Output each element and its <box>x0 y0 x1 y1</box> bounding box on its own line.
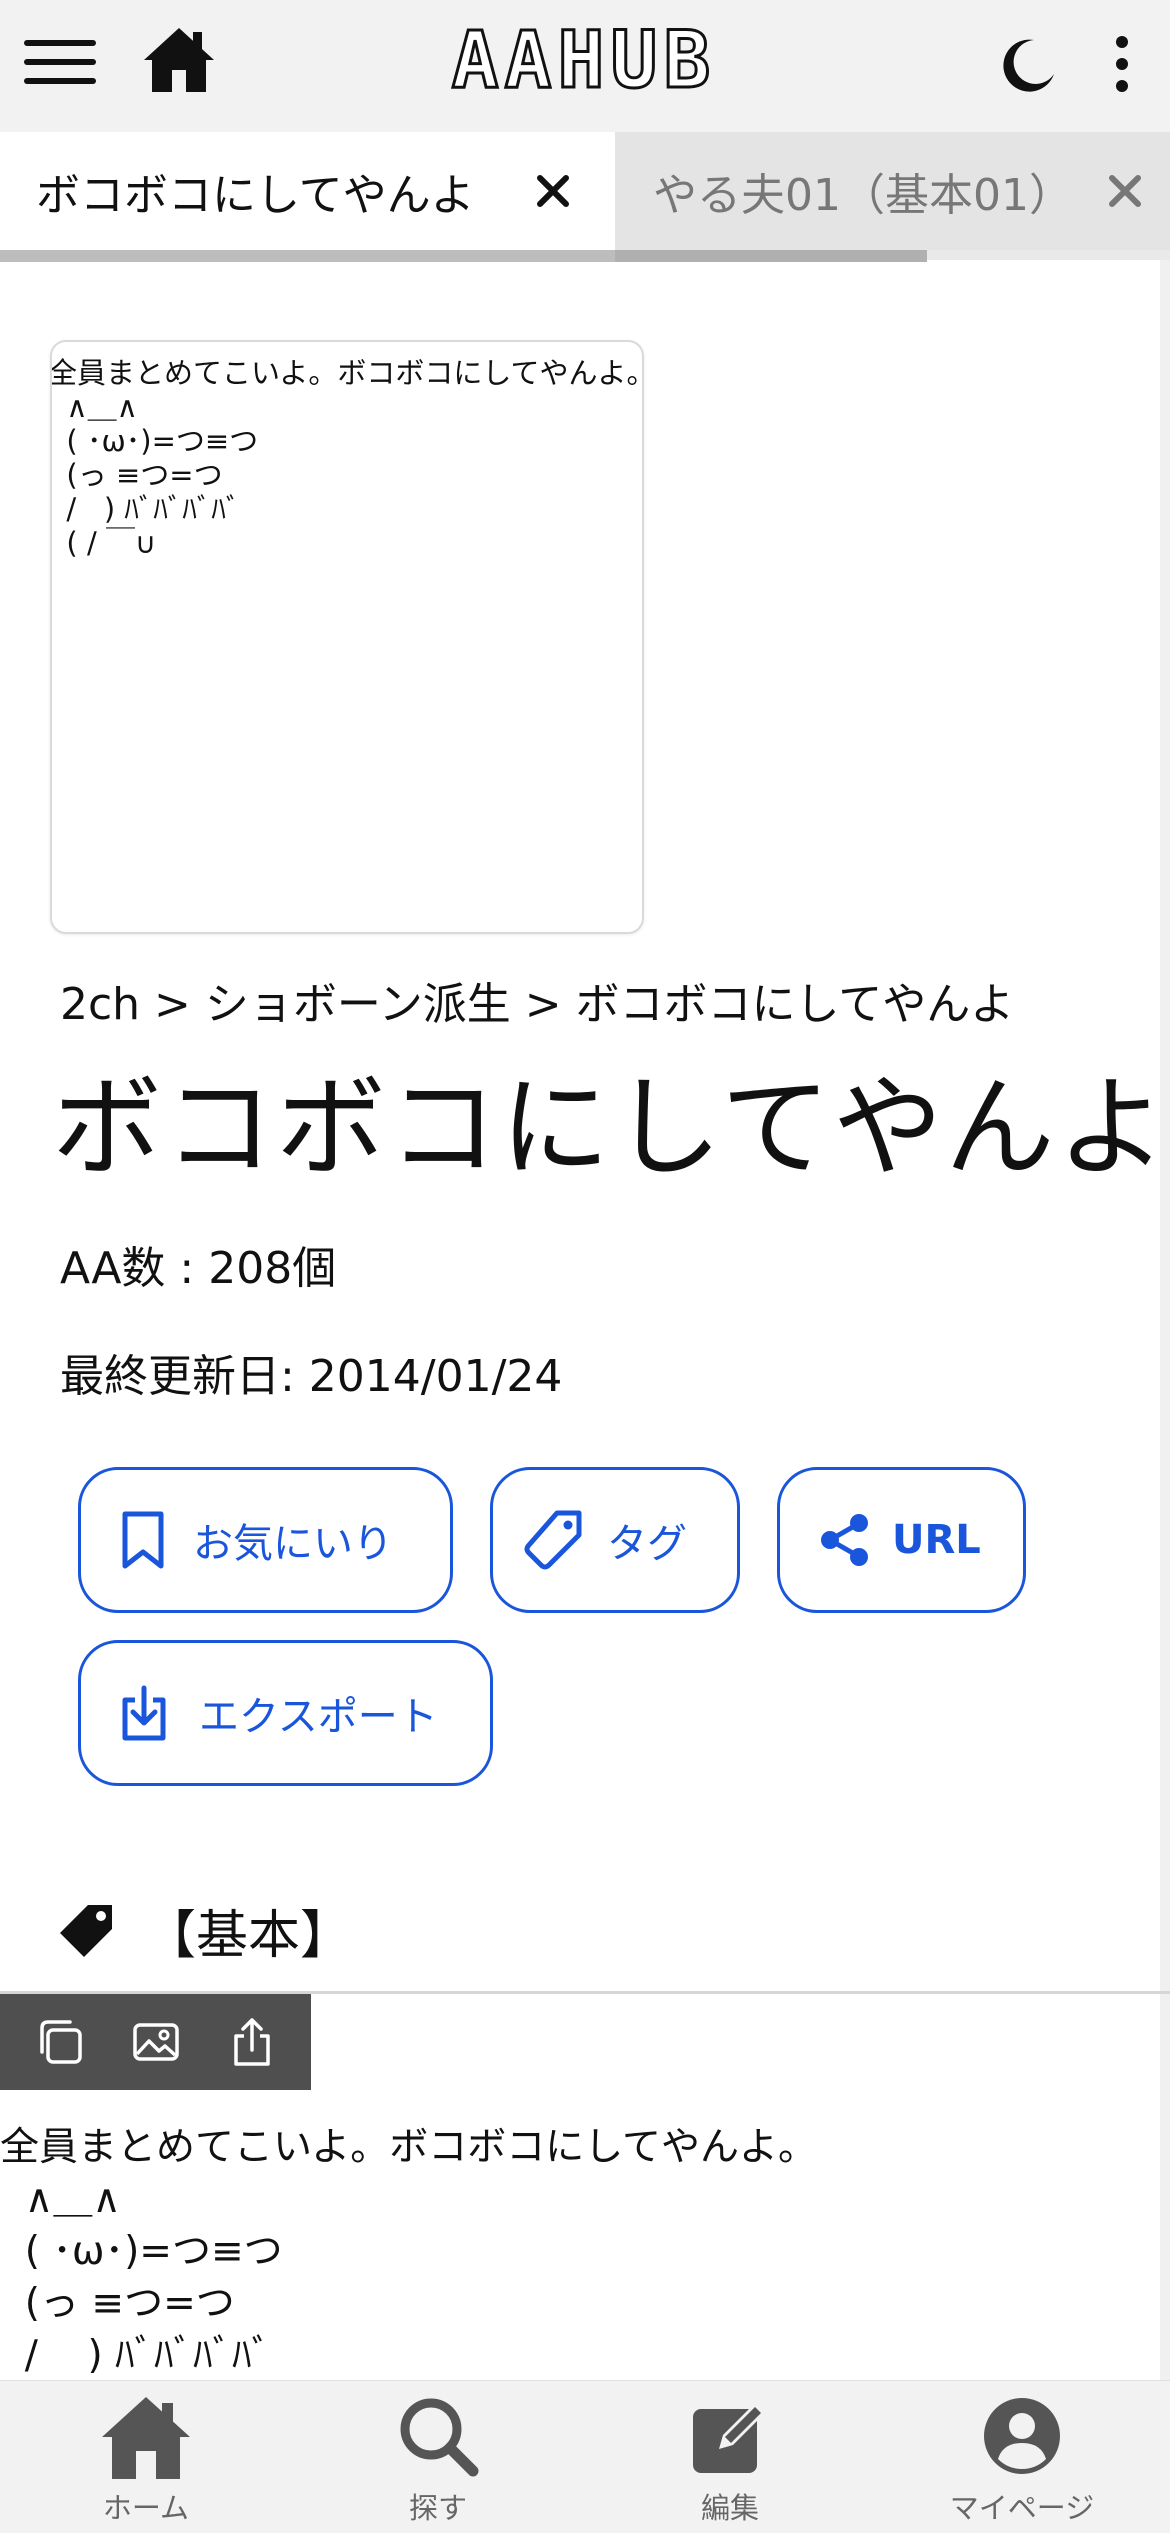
aa-line: / ) ﾊﾞﾊﾞﾊﾞﾊﾞ <box>50 492 241 526</box>
nav-home-label: ホーム <box>102 2491 190 2525</box>
active-tab-indicator <box>0 250 615 262</box>
tag-button[interactable]: タグ <box>490 1467 740 1613</box>
aa-item-toolbar <box>0 1994 311 2090</box>
bottom-navigation: ホーム 探す 編集 マイページ <box>0 2380 1170 2533</box>
favorite-button[interactable]: お気にいり <box>78 1467 453 1613</box>
tag-section-header: 【基本】 <box>60 1890 352 1970</box>
edit-icon <box>693 2403 765 2473</box>
nav-mypage-label: マイページ <box>949 2491 1095 2525</box>
tag-label: タグ <box>607 1521 687 1567</box>
copy-icon[interactable] <box>34 2016 86 2068</box>
tab-bokoboko[interactable]: ボコボコにしてやんよ <box>0 132 615 250</box>
hamburger-menu-icon[interactable] <box>24 38 96 86</box>
tab-label: やる夫01（基本01） <box>653 170 1073 221</box>
tag-filled-icon <box>60 1905 112 1957</box>
url-share-button[interactable]: URL <box>777 1467 1026 1613</box>
favorite-label: お気にいり <box>193 1521 393 1567</box>
tab-close-icon[interactable] <box>528 166 578 216</box>
aa-line: / ) ﾊﾞﾊﾞﾊﾞﾊﾞ <box>0 2333 272 2378</box>
nav-edit[interactable]: 編集 <box>584 2381 876 2533</box>
tag-icon <box>524 1510 582 1570</box>
url-label: URL <box>892 1517 981 1563</box>
aa-line: ∧＿∧ <box>0 2177 121 2222</box>
app-logo[interactable]: AAHUB <box>448 15 720 108</box>
nav-edit-label: 編集 <box>700 2491 759 2525</box>
tab-label: ボコボコにしてやんよ <box>36 170 475 221</box>
tag-section-label[interactable]: 【基本】 <box>144 1893 352 1968</box>
aa-count: AA数 : 208個 <box>60 1243 337 1294</box>
page-title: ボコボコにしてやんよ <box>52 1064 1169 1192</box>
tab-yaruo01[interactable]: やる夫01（基本01） <box>615 132 1170 250</box>
bookmark-icon <box>122 1511 164 1569</box>
aa-thumbnail-text: 全員まとめてこいよ。ボコボコにしてやんよ。 ∧＿∧ ( ･ω･)=つ≡つ (っ … <box>50 356 644 560</box>
aa-line: ∧＿∧ <box>50 390 138 424</box>
image-icon[interactable] <box>130 2016 182 2068</box>
tab-scroll-indicator <box>615 250 927 262</box>
more-options-icon[interactable] <box>1108 34 1136 94</box>
aa-line: ( ･ω･)=つ≡つ <box>0 2229 283 2274</box>
breadcrumb[interactable]: 2ch > ショボーン派生 > ボコボコにしてやんよ <box>60 968 1014 1032</box>
share-icon <box>821 1514 868 1566</box>
aa-line: (っ ≡つ=つ <box>50 458 223 492</box>
last-updated: 最終更新日: 2014/01/24 <box>60 1351 563 1402</box>
home-icon[interactable] <box>142 26 216 94</box>
aa-line: ( ･ω･)=つ≡つ <box>50 424 259 458</box>
download-icon <box>122 1685 166 1741</box>
tab-close-icon[interactable] <box>1100 166 1150 216</box>
export-label: エクスポート <box>199 1694 438 1740</box>
nav-search-label: 探す <box>408 2491 467 2525</box>
aa-line: 全員まとめてこいよ。ボコボコにしてやんよ。 <box>50 356 644 390</box>
app-header: AAHUB <box>0 0 1170 132</box>
aa-line: 全員まとめてこいよ。ボコボコにしてやんよ。 <box>0 2125 818 2170</box>
aa-line: ( / ￣∪ <box>50 526 157 560</box>
account-circle-icon <box>984 2398 1060 2474</box>
dark-mode-moon-icon[interactable] <box>1000 36 1056 92</box>
nav-mypage[interactable]: マイページ <box>876 2381 1168 2533</box>
search-icon <box>400 2398 479 2477</box>
aa-line: (っ ≡つ=つ <box>0 2281 235 2326</box>
export-button[interactable]: エクスポート <box>78 1640 493 1786</box>
tab-bar: ボコボコにしてやんよ やる夫01（基本01） <box>0 132 1170 262</box>
aa-thumbnail[interactable]: 全員まとめてこいよ。ボコボコにしてやんよ。 ∧＿∧ ( ･ω･)=つ≡つ (っ … <box>50 340 644 934</box>
page-scrollbar[interactable] <box>1160 260 1170 2380</box>
nav-home[interactable]: ホーム <box>0 2381 292 2533</box>
aa-item-art[interactable]: 全員まとめてこいよ。ボコボコにしてやんよ。 ∧＿∧ ( ･ω･)=つ≡つ (っ … <box>0 2122 817 2382</box>
home-icon <box>102 2397 190 2479</box>
nav-search[interactable]: 探す <box>292 2381 584 2533</box>
share-upload-icon[interactable] <box>226 2016 278 2068</box>
